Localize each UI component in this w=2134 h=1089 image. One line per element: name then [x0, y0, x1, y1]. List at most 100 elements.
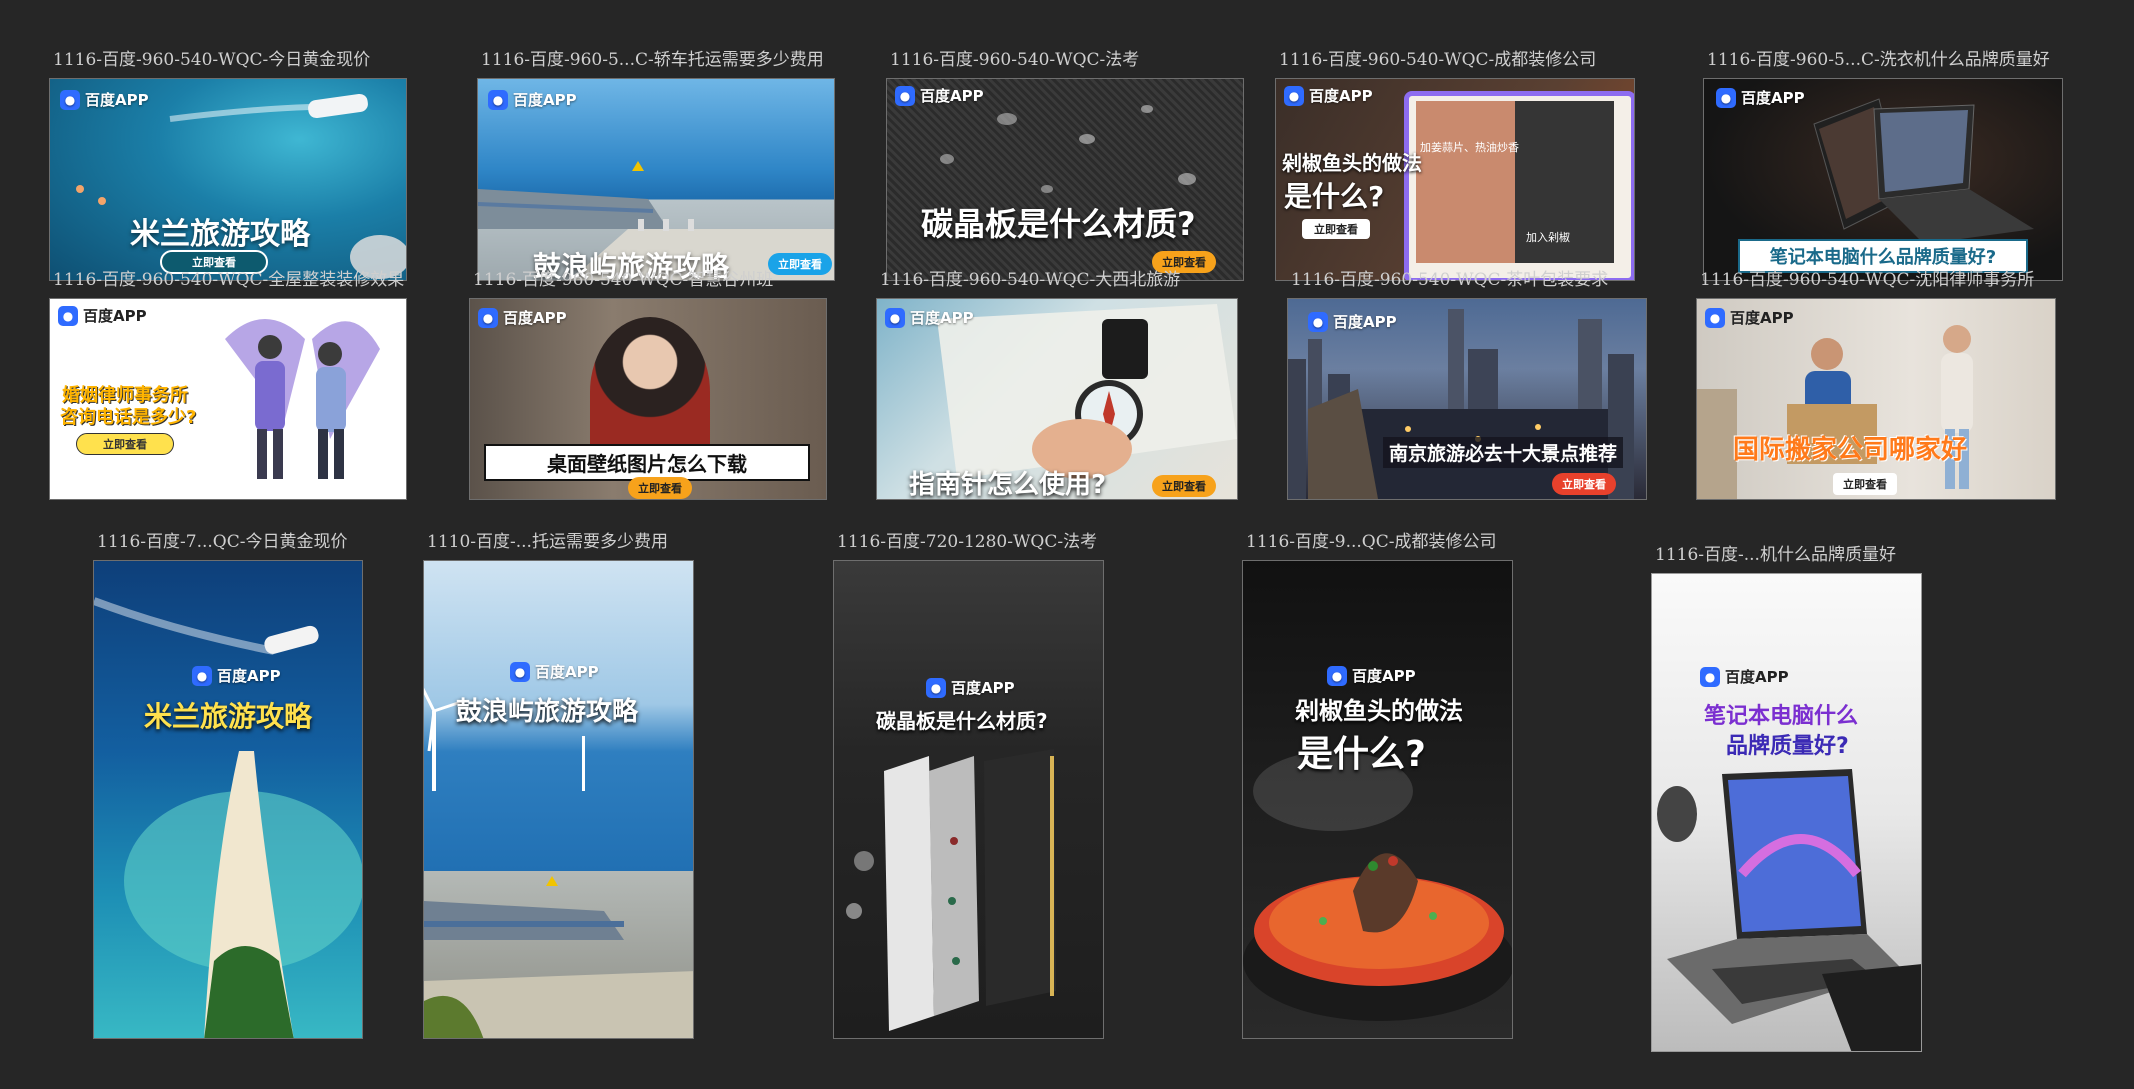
cta-button[interactable]: 立即查看: [628, 477, 692, 499]
cta-button[interactable]: 立即查看: [1152, 475, 1216, 497]
artboard-wisdom-valley[interactable]: 1116-百度-960-540-WQC-智慧谷州班 ● 百度APP 桌面壁纸图片怎…: [469, 270, 827, 500]
ad-headline: 桌面壁纸图片怎么下载: [484, 444, 810, 481]
baidu-paw-icon: ●: [510, 661, 530, 682]
brand-logo: ● 百度APP: [60, 89, 149, 110]
ad-headline: 鼓浪屿旅游攻略: [456, 697, 639, 727]
artboard-label[interactable]: 1116-百度-960-540-WQC-沈阳律师事务所: [1700, 270, 2034, 290]
artboard-label[interactable]: 1116-百度-7...QC-今日黄金现价: [97, 532, 347, 552]
brand-name: 百度APP: [85, 91, 149, 109]
brand-name: 百度APP: [1352, 667, 1416, 685]
artboard-label[interactable]: 1116-百度-960-540-WQC-大西北旅游: [880, 270, 1180, 290]
ad-creative: ● 百度APP 碳晶板是什么材质? 立即查看: [886, 78, 1244, 281]
brand-name: 百度APP: [1333, 313, 1397, 331]
ad-headline-line1: 笔记本电脑什么: [1704, 704, 1859, 729]
baidu-paw-icon: ●: [1700, 666, 1720, 687]
ad-headline: 国际搬家公司哪家好: [1733, 435, 1968, 465]
artboard-label[interactable]: 1116-百度-...机什么品牌质量好: [1655, 545, 1896, 565]
ad-creative: ● 百度APP 剁椒鱼头的做法 是什么?: [1242, 560, 1513, 1039]
brand-logo: ● 百度APP: [1705, 307, 1794, 328]
fish-head-pot-illustration: [1243, 751, 1512, 1021]
ad-creative: ● 百度APP 南京旅游必去十大景点推荐 立即查看: [1287, 298, 1647, 500]
artboard-tea-packaging[interactable]: 1116-百度-960-540-WQC-茶叶包装要求 ● 百度APP 南京旅游必去…: [1287, 270, 1647, 500]
cta-button[interactable]: 立即查看: [76, 433, 174, 455]
brand-logo: ● 百度APP: [1308, 311, 1397, 332]
baidu-paw-icon: ●: [885, 307, 905, 328]
brand-name: 百度APP: [910, 309, 974, 327]
artboard-label[interactable]: 1116-百度-960-540-WQC-茶叶包装要求: [1291, 270, 1608, 290]
artboard-gold-price-landscape[interactable]: 1116-百度-960-540-WQC-今日黄金现价 ● 百度APP 米兰旅游攻略…: [49, 50, 407, 281]
brand-name: 百度APP: [1725, 668, 1789, 686]
brand-name: 百度APP: [503, 309, 567, 327]
brand-logo: ● 百度APP: [192, 665, 281, 686]
photo-caption-2: 加入剁椒: [1526, 231, 1570, 244]
ad-creative: ● 百度APP 指南针怎么使用? 立即查看: [876, 298, 1238, 500]
artboard-chengdu-renovation-portrait[interactable]: 1116-百度-9...QC-成都装修公司 ● 百度APP 剁椒鱼头的做法 是什么…: [1242, 532, 1513, 1039]
brand-logo: ● 百度APP: [478, 307, 567, 328]
ad-creative: ● 百度APP 桌面壁纸图片怎么下载 立即查看: [469, 298, 827, 500]
brand-logo: ● 百度APP: [895, 85, 984, 106]
artboard-label[interactable]: 1116-百度-960-540-WQC-全屋整装装修效果: [53, 270, 404, 290]
artboard-label[interactable]: 1116-百度-960-540-WQC-成都装修公司: [1279, 50, 1596, 70]
ad-headline-line2: 是什么?: [1297, 734, 1426, 775]
baidu-paw-icon: ●: [1716, 87, 1736, 108]
ad-headline: 笔记本电脑什么品牌质量好?: [1738, 239, 2028, 273]
brand-logo: ● 百度APP: [885, 307, 974, 328]
artboard-law-exam-portrait[interactable]: 1116-百度-720-1280-WQC-法考 ● 百度APP 碳晶板是什么材质?: [833, 532, 1104, 1039]
artboard-label[interactable]: 1116-百度-720-1280-WQC-法考: [837, 532, 1097, 552]
ad-headline: 米兰旅游攻略: [144, 700, 313, 733]
ad-headline: 南京旅游必去十大景点推荐: [1383, 437, 1624, 468]
ad-creative: ● 百度APP 婚姻律师事务所 咨询电话是多少? 立即查看: [49, 298, 407, 500]
artboard-chengdu-renovation-landscape[interactable]: 1116-百度-960-540-WQC-成都装修公司 加姜蒜片、热油炒香 加入剁…: [1275, 50, 1635, 281]
coast-windmill-illustration: [424, 687, 693, 1038]
brand-name: 百度APP: [535, 663, 599, 681]
ad-creative: ● 百度APP 米兰旅游攻略: [93, 560, 363, 1039]
baidu-paw-icon: ●: [1284, 85, 1304, 106]
ad-creative: ● 百度APP 国际搬家公司哪家好 立即查看: [1696, 298, 2056, 500]
baidu-paw-icon: ●: [488, 89, 508, 110]
brand-logo: ● 百度APP: [488, 89, 577, 110]
artboard-shenyang-law-firm[interactable]: 1116-百度-960-540-WQC-沈阳律师事务所 ● 百度APP 国际搬家公…: [1696, 270, 2056, 500]
artboard-label[interactable]: 1116-百度-960-540-WQC-今日黄金现价: [53, 50, 370, 70]
artboard-northwest-travel[interactable]: 1116-百度-960-540-WQC-大西北旅游 ● 百度APP 指南针怎么使用…: [876, 270, 1238, 500]
gaming-laptop-illustration: [1657, 769, 1921, 1051]
ad-creative: ● 百度APP 碳晶板是什么材质?: [833, 560, 1104, 1039]
brand-logo: ● 百度APP: [1700, 666, 1789, 687]
photo-caption-1: 加姜蒜片、热油炒香: [1420, 141, 1519, 154]
ad-headline-line1: 剁椒鱼头的做法: [1282, 151, 1422, 175]
brand-logo: ● 百度APP: [1327, 665, 1416, 686]
ad-headline-line2: 品牌质量好?: [1726, 734, 1849, 759]
brand-name: 百度APP: [1309, 87, 1373, 105]
artboard-gold-price-portrait[interactable]: 1116-百度-7...QC-今日黄金现价 ● 百度APP 米兰旅游攻略: [93, 532, 363, 1039]
recipe-photo-inner: [1416, 101, 1614, 263]
artboard-law-exam-landscape[interactable]: 1116-百度-960-540-WQC-法考 ● 百度APP 碳晶板是什么材质? …: [886, 50, 1244, 281]
cta-button[interactable]: 立即查看: [1833, 473, 1897, 495]
artboard-washer-brand-landscape[interactable]: 1116-百度-960-5...C-洗衣机什么品牌质量好 ● 百度APP 笔记本电…: [1703, 50, 2063, 281]
brand-name: 百度APP: [920, 87, 984, 105]
artboard-car-shipping-landscape[interactable]: 1116-百度-960-5...C-轿车托运需要多少费用 ● 百度APP 鼓浪屿旅…: [477, 50, 835, 281]
brand-name: 百度APP: [217, 667, 281, 685]
brand-name: 百度APP: [513, 91, 577, 109]
movers-illustration: [1697, 325, 1973, 499]
ad-headline-line2: 咨询电话是多少?: [60, 407, 197, 428]
ad-creative: 加姜蒜片、热油炒香 加入剁椒 ● 百度APP 剁椒鱼头的做法 是什么? 立即查看: [1275, 78, 1635, 281]
artboard-label[interactable]: 1116-百度-960-5...C-洗衣机什么品牌质量好: [1707, 50, 2050, 70]
artboard-full-house-renovation[interactable]: 1116-百度-960-540-WQC-全屋整装装修效果 ● 百度APP 婚姻律师…: [49, 270, 407, 500]
ad-creative: ● 百度APP 鼓浪屿旅游攻略 立即查看: [477, 78, 835, 281]
brand-logo: ● 百度APP: [1284, 85, 1373, 106]
artboard-label[interactable]: 1116-百度-960-5...C-轿车托运需要多少费用: [481, 50, 824, 70]
baidu-paw-icon: ●: [1327, 665, 1347, 686]
artboard-washer-brand-portrait[interactable]: 1116-百度-...机什么品牌质量好 ● 百度APP 笔记本电脑什么 品牌质量好…: [1651, 545, 1922, 1052]
artboard-car-shipping-portrait[interactable]: 1110-百度-...托运需要多少费用 ● 百度APP 鼓浪屿旅游攻略: [423, 532, 694, 1039]
brand-name: 百度APP: [83, 307, 147, 325]
brand-logo: ● 百度APP: [926, 677, 1015, 698]
baidu-paw-icon: ●: [1705, 307, 1725, 328]
cta-button[interactable]: 立即查看: [1552, 473, 1616, 495]
cta-button[interactable]: 立即查看: [768, 253, 832, 275]
artboard-label[interactable]: 1116-百度-960-540-WQC-法考: [890, 50, 1139, 70]
ad-headline: 指南针怎么使用?: [909, 470, 1107, 500]
artboard-label[interactable]: 1116-百度-9...QC-成都装修公司: [1246, 532, 1496, 552]
artboard-label[interactable]: 1110-百度-...托运需要多少费用: [427, 532, 668, 552]
artboard-label[interactable]: 1116-百度-960-540-WQC-智慧谷州班: [473, 270, 773, 290]
cta-button[interactable]: 立即查看: [1302, 219, 1370, 239]
brand-name: 百度APP: [1741, 89, 1805, 107]
